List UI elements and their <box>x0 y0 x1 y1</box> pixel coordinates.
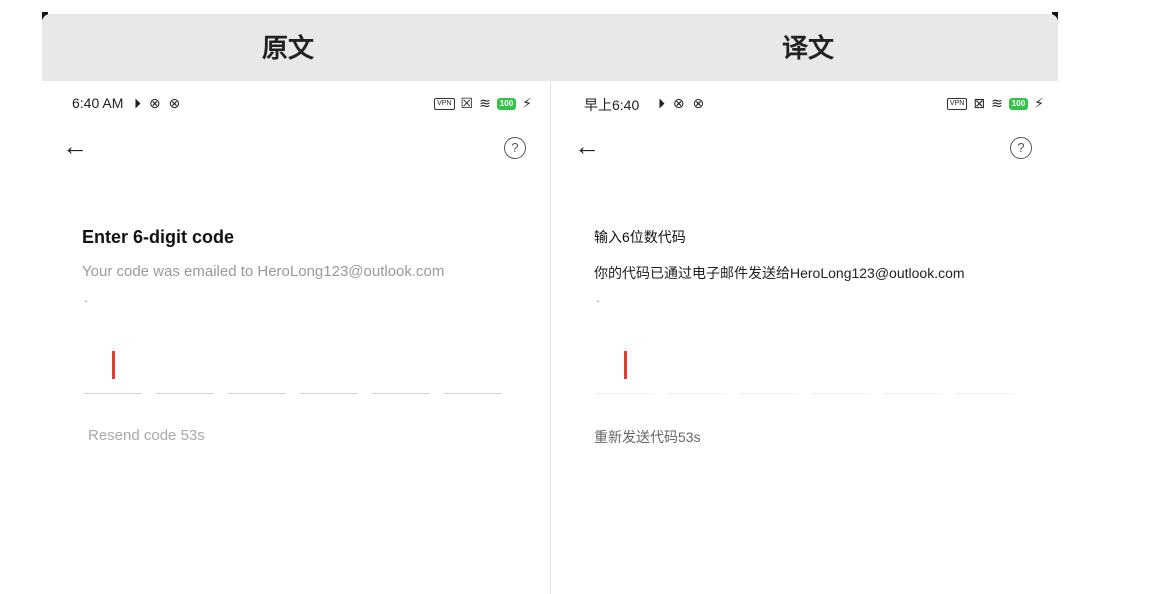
help-icon[interactable]: ? <box>504 137 526 159</box>
sim-x-icon: ⊠ <box>973 95 986 111</box>
code-digit-4[interactable] <box>812 393 870 394</box>
code-digit-1[interactable] <box>596 393 654 394</box>
code-digit-3[interactable] <box>228 393 286 394</box>
charging-icon: ⚡ <box>522 95 532 111</box>
code-digit-1[interactable] <box>84 393 142 394</box>
email-notice: 你的代码已通过电子邮件发送给HeroLong123@outlook.com <box>594 265 965 281</box>
page-title: 输入6位数代码 <box>594 229 686 245</box>
code-digit-3[interactable] <box>740 393 798 394</box>
notice-dot: . <box>84 289 88 305</box>
notification-icons: ⏵ ⊗ ⊗ <box>134 95 183 111</box>
resend-code-button[interactable]: Resend code 53s <box>88 427 205 444</box>
sim-x-icon: ☒ <box>460 95 474 111</box>
input-caret <box>624 351 627 379</box>
notification-icons: ⏵ ⊗ ⊗ <box>658 95 707 111</box>
code-input[interactable] <box>84 393 502 394</box>
wifi-icon: ≋ <box>991 95 1003 111</box>
code-digit-5[interactable] <box>884 393 942 394</box>
status-time: 早上6:40 <box>584 97 640 113</box>
comparison-header: 原文 译文 <box>42 14 1058 81</box>
email-notice: Your code was emailed to HeroLong123@out… <box>82 263 445 280</box>
back-arrow-icon[interactable]: ← <box>62 133 88 159</box>
status-right-icons: VPN ⊠ ≋ 100 ⚡ <box>946 95 1044 112</box>
panel-divider <box>550 81 551 594</box>
battery-icon: 100 <box>1008 97 1029 110</box>
notice-dot: . <box>596 289 600 305</box>
input-caret <box>112 351 115 379</box>
code-digit-6[interactable] <box>444 393 502 394</box>
code-digit-5[interactable] <box>372 393 430 394</box>
status-right-icons: VPN ☒ ≋ 100 ⚡ <box>434 95 532 112</box>
resend-code-button[interactable]: 重新发送代码53s <box>594 427 701 447</box>
vpn-icon: VPN <box>434 97 455 110</box>
status-bar: 早上6:40 ⏵ ⊗ ⊗ VPN ⊠ ≋ 100 ⚡ <box>584 95 1044 115</box>
original-title: 原文 <box>262 34 315 64</box>
back-arrow-icon[interactable]: ← <box>574 133 600 159</box>
help-icon[interactable]: ? <box>1010 137 1032 159</box>
page-title: Enter 6-digit code <box>82 227 235 247</box>
translation-title: 译文 <box>782 34 835 64</box>
charging-icon: ⚡ <box>1034 95 1044 111</box>
vpn-icon: VPN <box>946 97 968 110</box>
code-digit-6[interactable] <box>956 393 1014 394</box>
status-bar: 6:40 AM ⏵ ⊗ ⊗ VPN ☒ ≋ 100 ⚡ <box>72 95 532 115</box>
code-digit-2[interactable] <box>668 393 726 394</box>
battery-icon: 100 <box>496 97 517 110</box>
translated-panel: 早上6:40 ⏵ ⊗ ⊗ VPN ⊠ ≋ 100 ⚡ ← ? 输入6位数代码 你… <box>554 81 1058 594</box>
status-time: 6:40 AM <box>72 95 124 111</box>
code-digit-2[interactable] <box>156 393 214 394</box>
code-digit-4[interactable] <box>300 393 358 394</box>
code-input[interactable] <box>596 393 1014 394</box>
original-panel: 6:40 AM ⏵ ⊗ ⊗ VPN ☒ ≋ 100 ⚡ ← ? Enter 6-… <box>42 81 546 594</box>
wifi-icon: ≋ <box>479 95 491 111</box>
